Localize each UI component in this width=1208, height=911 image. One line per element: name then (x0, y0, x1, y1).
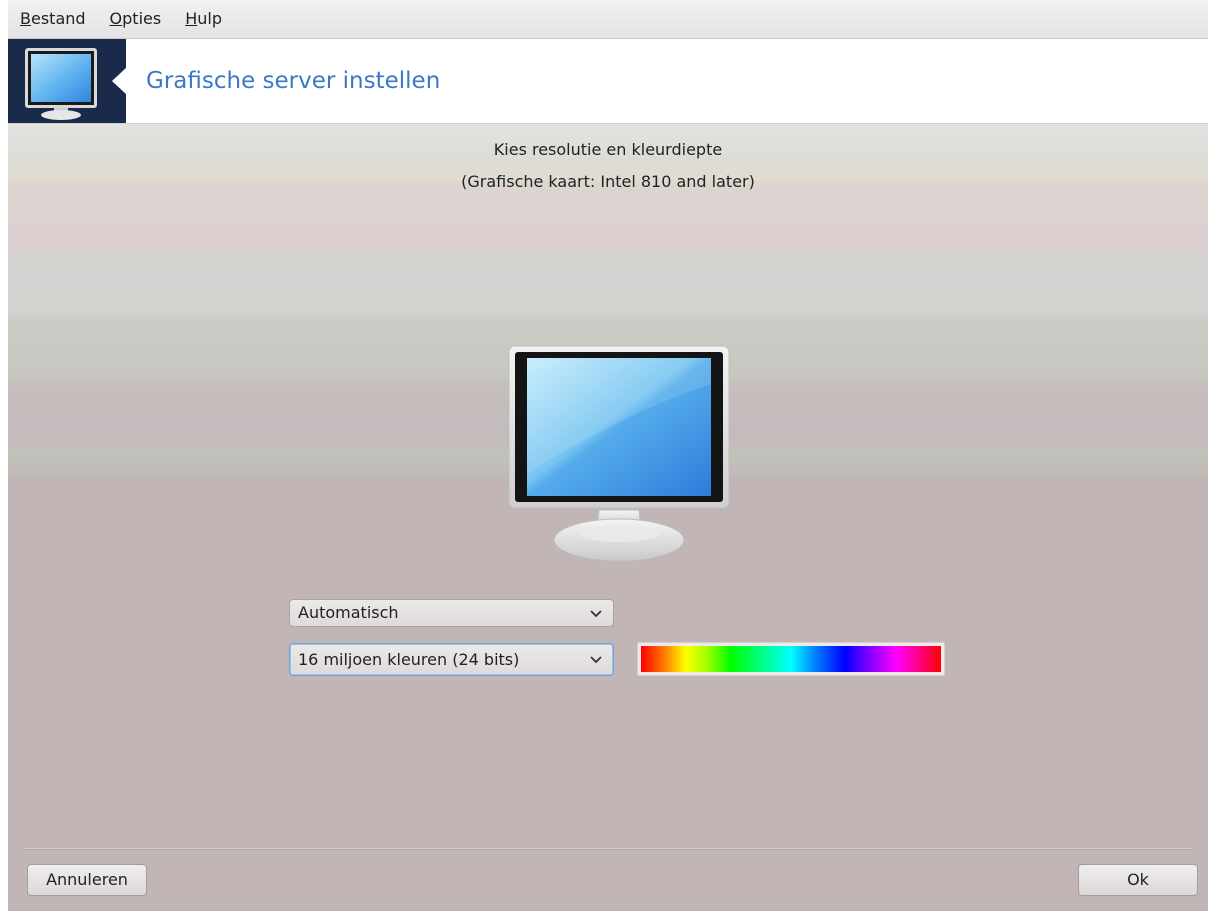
chevron-down-icon (590, 610, 602, 618)
color-spectrum (641, 646, 941, 672)
cancel-button[interactable]: Annuleren (27, 864, 147, 896)
graphics-card-info: (Grafische kaart: Intel 810 and later) (461, 172, 755, 191)
color-depth-select-value: 16 miljoen kleuren (24 bits) (298, 650, 520, 669)
page-title: Grafische server instellen (146, 68, 441, 94)
color-depth-select[interactable]: 16 miljoen kleuren (24 bits) (289, 643, 614, 676)
banner-icon-area (8, 39, 126, 123)
color-spectrum-preview (637, 642, 945, 676)
app-window: Bestand Opties Hulp Grafische server ins… (8, 0, 1208, 911)
header-banner: Grafische server instellen (8, 39, 1208, 124)
monitor-icon (508, 345, 730, 562)
menu-opties[interactable]: Opties (98, 0, 174, 38)
resolution-select-value: Automatisch (298, 603, 399, 622)
footer-divider (24, 848, 1192, 850)
menubar: Bestand Opties Hulp (8, 0, 1208, 39)
banner-notch (112, 67, 127, 95)
chevron-down-icon (590, 656, 602, 664)
ok-button[interactable]: Ok (1078, 864, 1198, 896)
instruction-text: Kies resolutie en kleurdiepte (493, 140, 723, 159)
monitor-icon (25, 48, 97, 120)
menu-bestand[interactable]: Bestand (8, 0, 98, 38)
resolution-select[interactable]: Automatisch (289, 599, 614, 627)
menu-hulp[interactable]: Hulp (173, 0, 234, 38)
